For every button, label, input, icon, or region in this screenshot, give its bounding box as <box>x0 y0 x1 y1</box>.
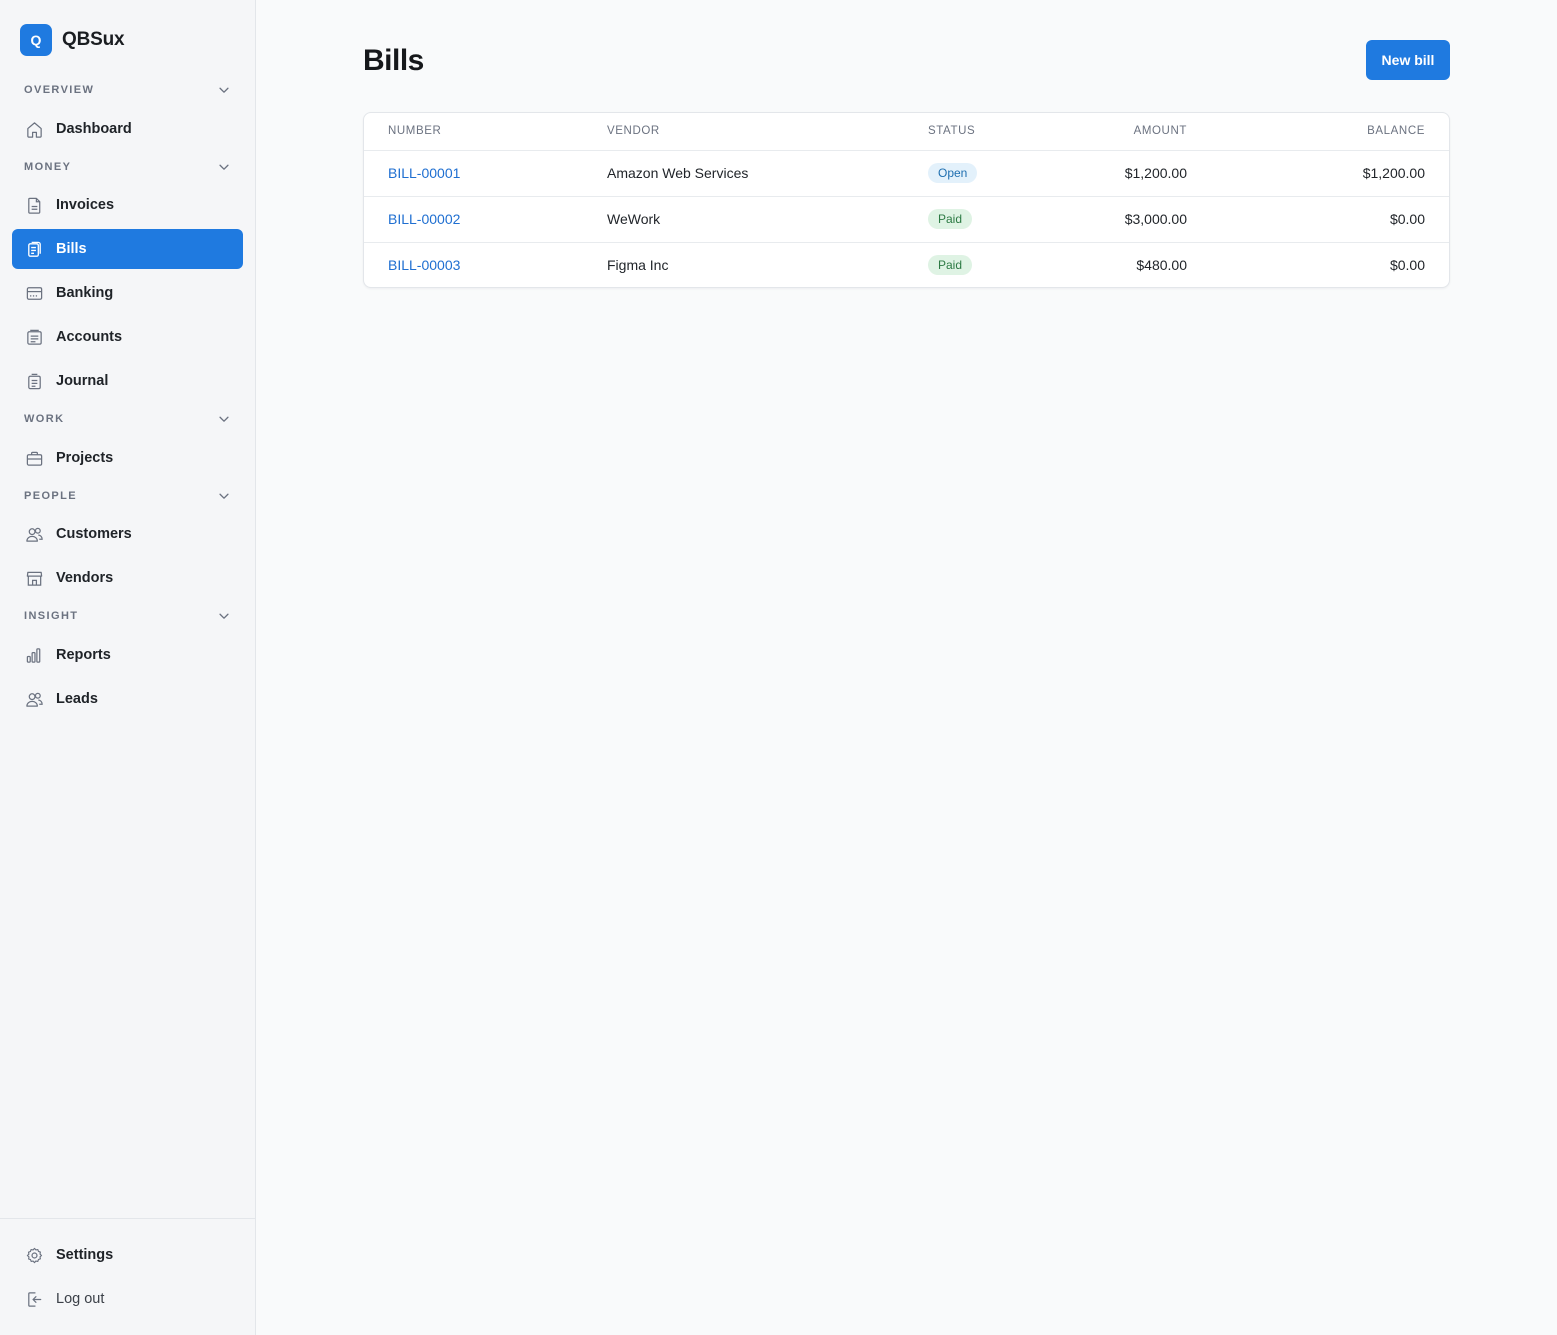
logout-link[interactable]: Log out <box>12 1279 243 1319</box>
settings-link[interactable]: Settings <box>12 1235 243 1275</box>
sidebar-item-invoices[interactable]: Invoices <box>12 185 243 225</box>
sidebar-item-vendors[interactable]: Vendors <box>12 558 243 598</box>
sidebar-item-projects[interactable]: Projects <box>12 438 243 478</box>
bill-number-link[interactable]: BILL-00003 <box>388 257 460 273</box>
status-badge: Open <box>928 163 978 183</box>
bill-number-link[interactable]: BILL-00001 <box>388 165 460 181</box>
sidebar-item-customers[interactable]: Customers <box>12 514 243 554</box>
logout-label: Log out <box>56 1291 105 1307</box>
column-header-number[interactable]: NUMBER <box>364 113 583 150</box>
sidebar-item-label: Dashboard <box>56 121 132 137</box>
table-row[interactable]: BILL-00002 WeWork Paid $3,000.00 $0.00 <box>364 196 1449 242</box>
sidebar: Q QBSux OVERVIEW Dashboard MONEY Invoice… <box>0 0 256 1335</box>
brand-name: QBSux <box>62 29 125 50</box>
sidebar-item-label: Banking <box>56 285 114 301</box>
bill-number-link[interactable]: BILL-00002 <box>388 211 460 227</box>
section-overview[interactable]: OVERVIEW <box>12 78 243 102</box>
bank-card-icon <box>24 283 44 303</box>
page-title: Bills <box>363 44 424 77</box>
document-icon <box>24 195 44 215</box>
sidebar-item-dashboard[interactable]: Dashboard <box>12 109 243 149</box>
balance-cell: $0.00 <box>1389 211 1425 227</box>
balance-cell: $1,200.00 <box>1362 165 1425 181</box>
table-row[interactable]: BILL-00001 Amazon Web Services Open $1,2… <box>364 150 1449 196</box>
table-header-row: NUMBER VENDOR STATUS AMOUNT BALANCE <box>364 113 1449 150</box>
table-row[interactable]: BILL-00003 Figma Inc Paid $480.00 $0.00 <box>364 242 1449 287</box>
users-icon <box>24 524 44 544</box>
sidebar-item-label: Bills <box>56 241 87 257</box>
section-label: PEOPLE <box>24 490 78 502</box>
section-label: MONEY <box>24 161 72 173</box>
chevron-down-icon <box>219 87 229 93</box>
brand-logo: Q <box>20 24 52 56</box>
column-header-amount[interactable]: AMOUNT <box>1054 113 1211 150</box>
section-people[interactable]: PEOPLE <box>12 484 243 508</box>
chevron-down-icon <box>219 493 229 499</box>
sidebar-item-leads[interactable]: Leads <box>12 679 243 719</box>
balance-cell: $0.00 <box>1389 257 1425 274</box>
vendor-cell: Figma Inc <box>607 257 669 274</box>
sidebar-item-accounts[interactable]: Accounts <box>12 317 243 357</box>
ledger-icon <box>24 327 44 347</box>
sidebar-item-label: Journal <box>56 373 109 389</box>
amount-cell: $1,200.00 <box>1124 165 1187 181</box>
sidebar-item-label: Vendors <box>56 570 114 586</box>
section-money[interactable]: MONEY <box>12 155 243 179</box>
receipt-icon <box>24 371 44 391</box>
section-insight[interactable]: INSIGHT <box>12 604 243 628</box>
bills-table: NUMBER VENDOR STATUS AMOUNT BALANCE BILL… <box>364 113 1449 287</box>
sidebar-item-label: Leads <box>56 691 98 707</box>
bills-table-card: NUMBER VENDOR STATUS AMOUNT BALANCE BILL… <box>363 112 1450 288</box>
section-label: INSIGHT <box>24 610 79 622</box>
sidebar-item-label: Projects <box>56 450 114 466</box>
chevron-down-icon <box>219 164 229 170</box>
home-icon <box>24 119 44 139</box>
chevron-down-icon <box>219 613 229 619</box>
column-header-status[interactable]: STATUS <box>904 113 1054 150</box>
brand[interactable]: Q QBSux <box>20 24 125 56</box>
section-label: WORK <box>24 413 65 425</box>
sidebar-item-banking[interactable]: Banking <box>12 273 243 313</box>
users-icon <box>24 689 44 709</box>
amount-cell: $480.00 <box>1136 257 1187 274</box>
status-badge: Paid <box>928 255 973 276</box>
sidebar-item-label: Accounts <box>56 329 123 345</box>
sidebar-item-bills[interactable]: Bills <box>12 229 243 269</box>
amount-cell: $3,000.00 <box>1124 211 1187 227</box>
status-badge: Paid <box>928 209 973 229</box>
sidebar-item-label: Reports <box>56 647 111 663</box>
logout-icon <box>24 1289 44 1309</box>
new-bill-button[interactable]: New bill <box>1366 40 1450 80</box>
briefcase-icon <box>24 448 44 468</box>
bar-chart-icon <box>24 645 44 665</box>
column-header-vendor[interactable]: VENDOR <box>583 113 904 150</box>
vendor-cell: Amazon Web Services <box>607 165 749 181</box>
vendor-cell: WeWork <box>607 211 661 227</box>
column-header-balance[interactable]: BALANCE <box>1211 113 1449 150</box>
gear-icon <box>24 1245 44 1265</box>
sidebar-item-label: Customers <box>56 526 132 542</box>
sidebar-item-label: Invoices <box>56 197 115 213</box>
section-label: OVERVIEW <box>24 84 95 96</box>
section-work[interactable]: WORK <box>12 407 243 431</box>
storefront-icon <box>24 568 44 588</box>
chevron-down-icon <box>219 416 229 422</box>
sidebar-item-reports[interactable]: Reports <box>12 635 243 675</box>
sidebar-item-journal[interactable]: Journal <box>12 361 243 401</box>
settings-label: Settings <box>56 1247 114 1263</box>
clipboard-icon <box>24 239 44 259</box>
